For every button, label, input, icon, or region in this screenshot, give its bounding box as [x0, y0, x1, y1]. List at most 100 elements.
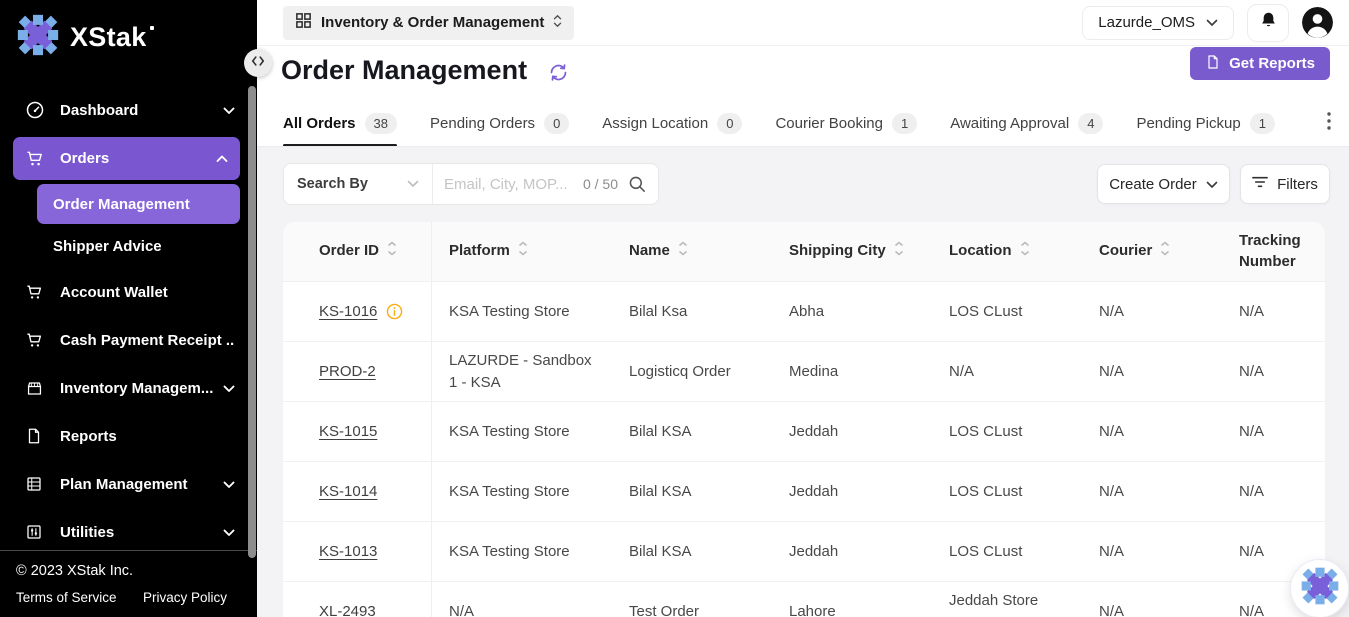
- file-icon: [25, 427, 46, 445]
- sidebar-collapse-button[interactable]: [244, 49, 272, 77]
- column-header-platform[interactable]: Platform: [432, 222, 612, 281]
- sidebar-item-dashboard[interactable]: Dashboard: [0, 86, 257, 134]
- terms-of-service-link[interactable]: Terms of Service: [16, 590, 117, 605]
- sidebar-item-inventory-management[interactable]: Inventory Managem...: [0, 364, 257, 412]
- info-icon[interactable]: [386, 303, 403, 320]
- tab-count-badge: 38: [365, 113, 397, 134]
- sidebar-item-label: Orders: [60, 150, 216, 167]
- chevron-down-icon: [1206, 176, 1218, 193]
- tabs-overflow-button[interactable]: [1309, 101, 1349, 146]
- tab-pending-pickup[interactable]: Pending Pickup 1: [1136, 101, 1274, 147]
- more-vertical-icon: [1327, 112, 1331, 135]
- table-row[interactable]: KS-1015 KSA Testing Store Bilal KSA Jedd…: [283, 402, 1325, 462]
- order-id-link[interactable]: PROD-2: [319, 361, 376, 383]
- chevron-down-icon: [223, 380, 235, 397]
- cell-courier: N/A: [1082, 522, 1222, 581]
- table-list-icon: [25, 475, 46, 493]
- sidebar-scrollbar[interactable]: [248, 86, 256, 558]
- up-down-chevrons-icon: [553, 14, 562, 32]
- table-row[interactable]: PROD-2 LAZURDE - Sandbox 1 - KSA Logisti…: [283, 342, 1325, 402]
- cell-shipping-city: Jeddah: [772, 462, 932, 521]
- cell-order-id: KS-1014: [283, 462, 432, 521]
- search-input[interactable]: [433, 176, 583, 193]
- column-header-shipping-city[interactable]: Shipping City: [772, 222, 932, 281]
- cell-courier: N/A: [1082, 402, 1222, 461]
- sidebar-item-account-wallet[interactable]: Account Wallet: [0, 268, 257, 316]
- store-icon: [25, 379, 46, 398]
- tab-pending-orders[interactable]: Pending Orders 0: [430, 101, 569, 147]
- sidebar-item-reports[interactable]: Reports: [0, 412, 257, 460]
- cell-platform: LAZURDE - Sandbox 1 - KSA: [432, 342, 612, 401]
- org-selector[interactable]: Lazurde_OMS: [1082, 6, 1234, 40]
- search-by-label: Search By: [297, 176, 368, 192]
- brand-logo[interactable]: XStak: [0, 0, 257, 72]
- table-header-row: Order ID Platform Name Shipping City Loc…: [283, 222, 1325, 282]
- cell-shipping-city: Medina: [772, 342, 932, 401]
- table-row[interactable]: KS-1013 KSA Testing Store Bilal KSA Jedd…: [283, 522, 1325, 582]
- sidebar-item-cash-payment-receipt[interactable]: Cash Payment Receipt ...: [0, 316, 257, 364]
- tab-assign-location[interactable]: Assign Location 0: [602, 101, 742, 147]
- tab-awaiting-approval[interactable]: Awaiting Approval 4: [950, 101, 1103, 147]
- xstak-asterisk-icon: [16, 13, 60, 62]
- notifications-button[interactable]: [1247, 4, 1289, 42]
- cell-platform: KSA Testing Store: [432, 282, 612, 341]
- orders-table: Order ID Platform Name Shipping City Loc…: [283, 222, 1325, 617]
- sidebar-item-plan-management[interactable]: Plan Management: [0, 460, 257, 508]
- cell-name: Bilal Ksa: [612, 282, 772, 341]
- cart-icon: [25, 331, 46, 350]
- sidebar-item-shipper-advice[interactable]: Shipper Advice: [37, 226, 240, 266]
- table-row[interactable]: KS-1016 KSA Testing Store Bilal Ksa Abha…: [283, 282, 1325, 342]
- tab-bar: All Orders 38 Pending Orders 0 Assign Lo…: [257, 101, 1349, 147]
- tab-all-orders[interactable]: All Orders 38: [283, 101, 397, 147]
- sidebar-item-label: Utilities: [60, 524, 223, 541]
- order-id-link[interactable]: KS-1014: [319, 481, 377, 503]
- chevron-down-icon: [1206, 14, 1218, 31]
- filters-label: Filters: [1277, 176, 1318, 193]
- search-icon[interactable]: [628, 175, 646, 193]
- order-id-link[interactable]: KS-1013: [319, 541, 377, 563]
- cell-name: Bilal KSA: [612, 522, 772, 581]
- get-reports-button[interactable]: Get Reports: [1190, 47, 1330, 80]
- sidebar-item-orders[interactable]: Orders: [13, 137, 240, 180]
- collapse-chevrons-icon: [251, 54, 265, 72]
- sidebar-item-label: Inventory Managem...: [60, 380, 223, 397]
- tab-label: Pending Pickup: [1136, 115, 1240, 132]
- search-bar: Search By 0 / 50: [283, 163, 659, 205]
- column-header-courier[interactable]: Courier: [1082, 222, 1222, 281]
- cell-tracking-number: N/A: [1222, 282, 1325, 341]
- chevron-down-icon: [223, 524, 235, 541]
- tab-label: Assign Location: [602, 115, 708, 132]
- sidebar-footer: © 2023 XStak Inc. Terms of Service Priva…: [0, 550, 257, 617]
- cell-order-id: KS-1016: [283, 282, 432, 341]
- order-id-link[interactable]: XL-2493: [319, 601, 376, 617]
- column-header-name[interactable]: Name: [612, 222, 772, 281]
- tab-courier-booking[interactable]: Courier Booking 1: [775, 101, 917, 147]
- xstak-help-widget[interactable]: [1291, 560, 1348, 617]
- order-id-link[interactable]: KS-1016: [319, 301, 377, 323]
- sort-icon: [1160, 241, 1170, 262]
- column-label: Order ID: [319, 241, 379, 261]
- user-avatar[interactable]: [1302, 7, 1333, 38]
- cell-name: Bilal KSA: [612, 462, 772, 521]
- filters-button[interactable]: Filters: [1240, 164, 1330, 204]
- app-selector[interactable]: Inventory & Order Management: [283, 6, 574, 40]
- table-row[interactable]: XL-2493 N/A Test Order Lahore Jeddah Sto…: [283, 582, 1325, 617]
- topbar: Inventory & Order Management Lazurde_OMS: [257, 0, 1349, 46]
- table-row[interactable]: KS-1014 KSA Testing Store Bilal KSA Jedd…: [283, 462, 1325, 522]
- search-by-dropdown[interactable]: Search By: [284, 175, 432, 193]
- order-id-link[interactable]: KS-1015: [319, 421, 377, 443]
- sidebar-item-label: Plan Management: [60, 476, 223, 493]
- cell-tracking-number: N/A: [1222, 462, 1325, 521]
- sort-icon: [387, 241, 397, 262]
- create-order-button[interactable]: Create Order: [1097, 164, 1230, 204]
- column-header-location[interactable]: Location: [932, 222, 1082, 281]
- column-header-order-id[interactable]: Order ID: [283, 222, 432, 281]
- tab-label: Awaiting Approval: [950, 115, 1069, 132]
- sidebar-item-utilities[interactable]: Utilities: [0, 508, 257, 556]
- sidebar-item-order-management[interactable]: Order Management: [37, 184, 240, 224]
- cell-order-id: KS-1015: [283, 402, 432, 461]
- refresh-icon[interactable]: [548, 62, 569, 88]
- privacy-policy-link[interactable]: Privacy Policy: [143, 590, 227, 605]
- cell-location: LOS CLust: [932, 282, 1082, 341]
- bell-icon: [1259, 10, 1278, 35]
